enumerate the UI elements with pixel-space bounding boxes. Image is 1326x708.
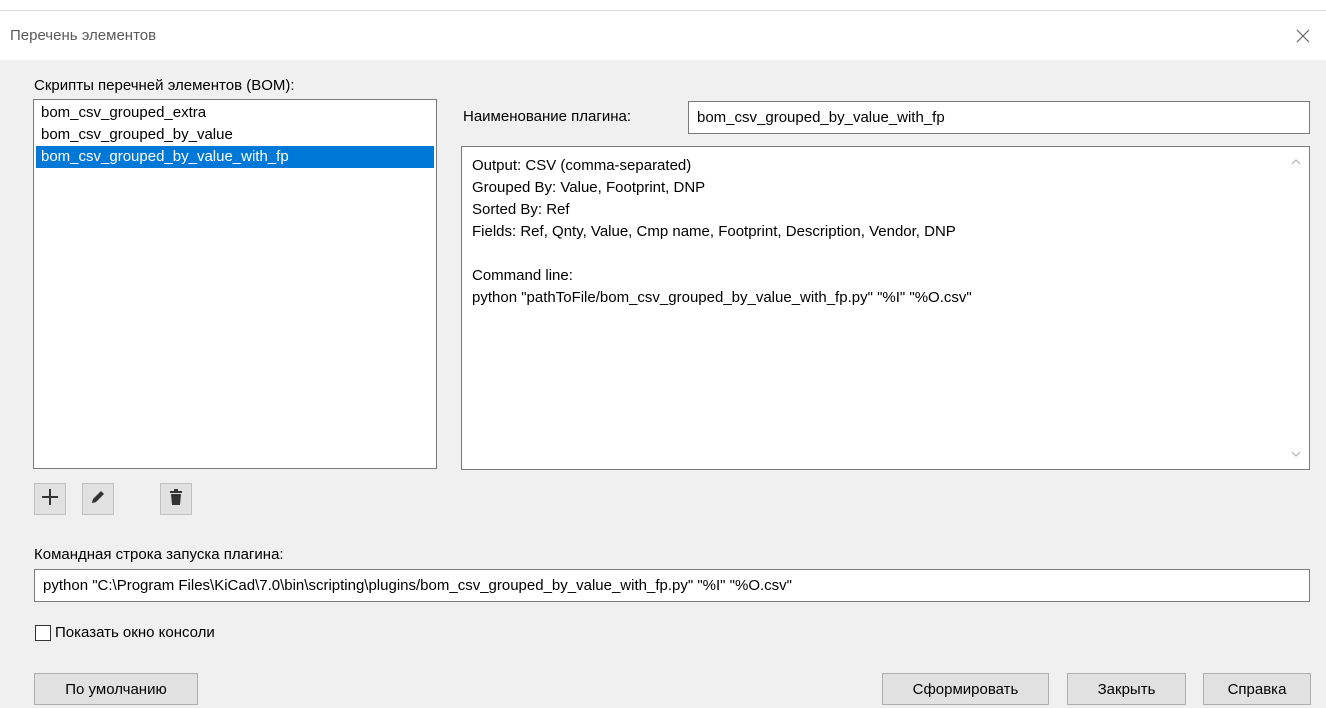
- plus-icon: [41, 488, 59, 510]
- command-line-value: python "C:\Program Files\KiCad\7.0\bin\s…: [43, 577, 792, 594]
- bom-dialog: Перечень элементов Скрипты перечней элем…: [0, 0, 1326, 708]
- plugin-name-input[interactable]: bom_csv_grouped_by_value_with_fp: [688, 101, 1310, 134]
- edit-plugin-button[interactable]: [82, 483, 114, 515]
- generate-button[interactable]: Сформировать: [882, 673, 1049, 705]
- pencil-icon: [89, 488, 107, 510]
- plugin-name-value: bom_csv_grouped_by_value_with_fp: [697, 109, 945, 126]
- command-line-input[interactable]: python "C:\Program Files\KiCad\7.0\bin\s…: [34, 569, 1310, 602]
- dialog-title: Перечень элементов: [10, 27, 157, 44]
- scroll-down-icon[interactable]: [1283, 441, 1309, 467]
- scripts-list-label: Скрипты перечней элементов (BOM):: [34, 77, 295, 94]
- title-bar: Перечень элементов: [0, 10, 1326, 60]
- list-item[interactable]: bom_csv_grouped_extra: [36, 102, 434, 124]
- close-icon: [1295, 28, 1311, 44]
- list-item[interactable]: bom_csv_grouped_by_value: [36, 124, 434, 146]
- plugin-name-label: Наименование плагина:: [463, 108, 632, 125]
- add-plugin-button[interactable]: [34, 483, 66, 515]
- description-scrollbar[interactable]: [1283, 147, 1309, 469]
- show-console-checkbox[interactable]: [35, 624, 51, 641]
- show-console-label: Показать окно консоли: [55, 624, 215, 641]
- close-button[interactable]: Закрыть: [1067, 673, 1186, 705]
- show-console-option[interactable]: Показать окно консоли: [35, 624, 215, 641]
- help-button[interactable]: Справка: [1203, 673, 1311, 705]
- command-line-label: Командная строка запуска плагина:: [34, 546, 284, 563]
- delete-plugin-button[interactable]: [160, 483, 192, 515]
- scroll-up-icon[interactable]: [1283, 149, 1309, 175]
- close-window-button[interactable]: [1280, 11, 1326, 61]
- list-item[interactable]: bom_csv_grouped_by_value_with_fp: [36, 146, 434, 168]
- scripts-list[interactable]: bom_csv_grouped_extra bom_csv_grouped_by_…: [33, 99, 437, 469]
- default-button[interactable]: По умолчанию: [34, 673, 198, 705]
- plugin-description-box[interactable]: Output: CSV (comma-separated) Grouped By…: [461, 146, 1310, 470]
- trash-icon: [167, 488, 185, 510]
- window-top-edge: [0, 0, 1326, 10]
- plugin-description-text: Output: CSV (comma-separated) Grouped By…: [472, 157, 972, 306]
